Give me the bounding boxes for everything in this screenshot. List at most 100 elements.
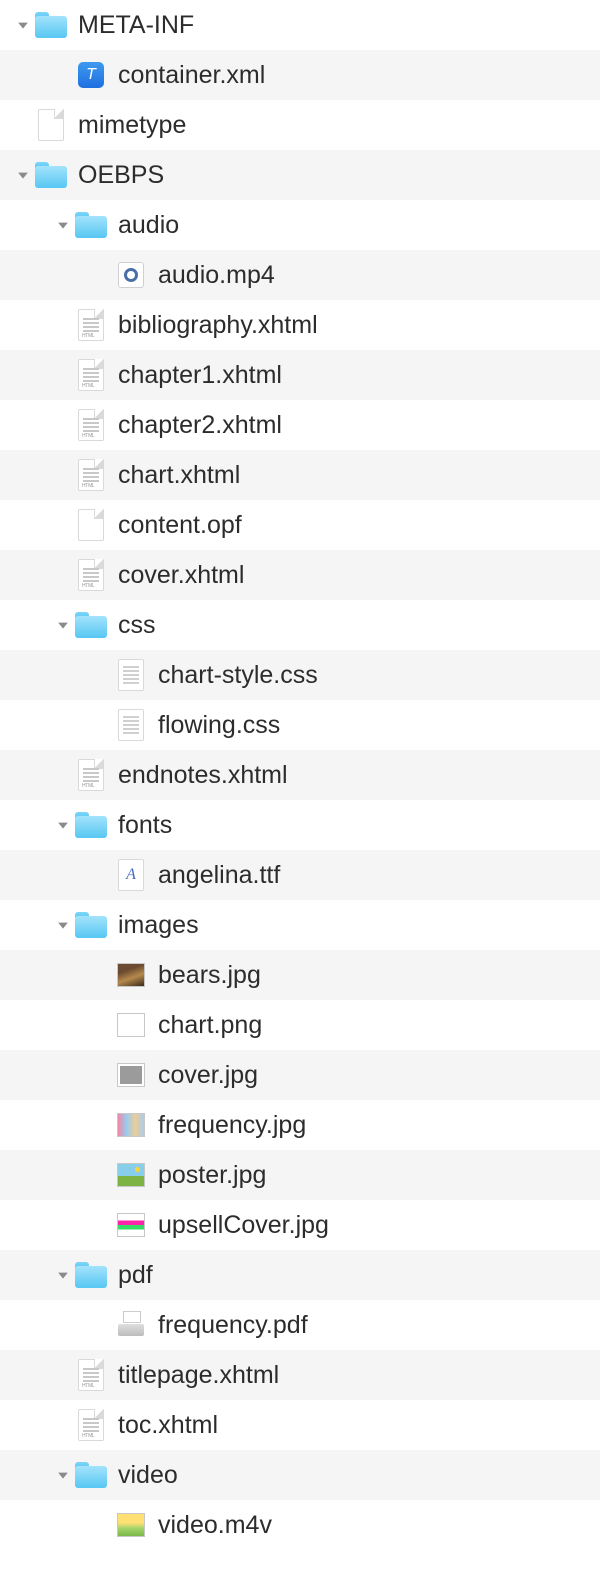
- bibliography-file[interactable]: HTML bibliography.xhtml: [0, 300, 600, 350]
- image-thumbnail-icon: [114, 1158, 148, 1192]
- folder-icon: [34, 8, 68, 42]
- file-name-label: chapter2.xhtml: [118, 411, 282, 440]
- fonts-folder[interactable]: fonts: [0, 800, 600, 850]
- folder-icon: [74, 608, 108, 642]
- file-name-label: chart-style.css: [158, 661, 318, 690]
- file-name-label: chart.png: [158, 1011, 262, 1040]
- file-name-label: fonts: [118, 811, 172, 840]
- image-thumbnail-icon: [114, 1108, 148, 1142]
- folder-icon: [74, 1458, 108, 1492]
- file-name-label: titlepage.xhtml: [118, 1361, 279, 1390]
- cover-xhtml-file[interactable]: HTML cover.xhtml: [0, 550, 600, 600]
- frequency-jpg-file[interactable]: frequency.jpg: [0, 1100, 600, 1150]
- audio-folder[interactable]: audio: [0, 200, 600, 250]
- file-name-label: video.m4v: [158, 1511, 272, 1540]
- image-thumbnail-icon: [114, 1008, 148, 1042]
- cover-jpg-file[interactable]: cover.jpg: [0, 1050, 600, 1100]
- xhtml-file-icon: HTML: [74, 1358, 108, 1392]
- xhtml-file-icon: HTML: [74, 308, 108, 342]
- file-name-label: frequency.jpg: [158, 1111, 306, 1140]
- file-name-label: toc.xhtml: [118, 1411, 218, 1440]
- flowing-css-file[interactable]: flowing.css: [0, 700, 600, 750]
- file-name-label: video: [118, 1461, 178, 1490]
- video-folder[interactable]: video: [0, 1450, 600, 1500]
- folder-icon: [74, 908, 108, 942]
- folder-icon: [74, 808, 108, 842]
- file-name-label: endnotes.xhtml: [118, 761, 288, 790]
- folder-icon: [74, 1258, 108, 1292]
- file-name-label: poster.jpg: [158, 1161, 266, 1190]
- upsellcover-jpg-file[interactable]: upsellCover.jpg: [0, 1200, 600, 1250]
- disclosure-arrow-icon[interactable]: [12, 19, 34, 31]
- file-name-label: images: [118, 911, 199, 940]
- xhtml-file-icon: HTML: [74, 358, 108, 392]
- folder-icon: [34, 158, 68, 192]
- xhtml-file-icon: HTML: [74, 558, 108, 592]
- file-tree: META-INF Tcontainer.xml mimetype OEBPS audio…: [0, 0, 600, 1550]
- disclosure-arrow-icon[interactable]: [12, 169, 34, 181]
- xml-file-icon: T: [74, 58, 108, 92]
- disclosure-arrow-icon[interactable]: [52, 819, 74, 831]
- file-name-label: bibliography.xhtml: [118, 311, 318, 340]
- file-icon: [34, 108, 68, 142]
- image-thumbnail-icon: [114, 1058, 148, 1092]
- file-name-label: audio.mp4: [158, 261, 275, 290]
- titlepage-file[interactable]: HTML titlepage.xhtml: [0, 1350, 600, 1400]
- file-name-label: angelina.ttf: [158, 861, 280, 890]
- content-opf-file[interactable]: content.opf: [0, 500, 600, 550]
- file-name-label: frequency.pdf: [158, 1311, 308, 1340]
- file-name-label: audio: [118, 211, 179, 240]
- disclosure-arrow-icon[interactable]: [52, 1469, 74, 1481]
- angelina-ttf-file[interactable]: Aangelina.ttf: [0, 850, 600, 900]
- font-file-icon: A: [114, 858, 148, 892]
- xhtml-file-icon: HTML: [74, 758, 108, 792]
- text-file-icon: [114, 708, 148, 742]
- poster-jpg-file[interactable]: poster.jpg: [0, 1150, 600, 1200]
- xhtml-file-icon: HTML: [74, 458, 108, 492]
- file-name-label: cover.jpg: [158, 1061, 258, 1090]
- file-name-label: cover.xhtml: [118, 561, 244, 590]
- image-thumbnail-icon: [114, 958, 148, 992]
- css-folder[interactable]: css: [0, 600, 600, 650]
- chapter2-file[interactable]: HTML chapter2.xhtml: [0, 400, 600, 450]
- toc-file[interactable]: HTMLtoc.xhtml: [0, 1400, 600, 1450]
- file-name-label: mimetype: [78, 111, 186, 140]
- file-name-label: META-INF: [78, 11, 194, 40]
- container-xml-file[interactable]: Tcontainer.xml: [0, 50, 600, 100]
- file-name-label: OEBPS: [78, 161, 164, 190]
- file-icon: [74, 508, 108, 542]
- meta-inf-folder[interactable]: META-INF: [0, 0, 600, 50]
- image-thumbnail-icon: [114, 1208, 148, 1242]
- file-name-label: chapter1.xhtml: [118, 361, 282, 390]
- disclosure-arrow-icon[interactable]: [52, 1269, 74, 1281]
- disclosure-arrow-icon[interactable]: [52, 919, 74, 931]
- pdf-folder[interactable]: pdf: [0, 1250, 600, 1300]
- quicktime-icon: [114, 258, 148, 292]
- chart-style-css-file[interactable]: chart-style.css: [0, 650, 600, 700]
- file-name-label: css: [118, 611, 156, 640]
- pdf-file-icon: [114, 1308, 148, 1342]
- file-name-label: flowing.css: [158, 711, 280, 740]
- file-name-label: content.opf: [118, 511, 242, 540]
- chapter1-file[interactable]: HTML chapter1.xhtml: [0, 350, 600, 400]
- xhtml-file-icon: HTML: [74, 408, 108, 442]
- audio-mp4-file[interactable]: audio.mp4: [0, 250, 600, 300]
- disclosure-arrow-icon[interactable]: [52, 619, 74, 631]
- folder-icon: [74, 208, 108, 242]
- video-m4v-file[interactable]: video.m4v: [0, 1500, 600, 1550]
- frequency-pdf-file[interactable]: frequency.pdf: [0, 1300, 600, 1350]
- file-name-label: bears.jpg: [158, 961, 261, 990]
- chart-xhtml-file[interactable]: HTMLchart.xhtml: [0, 450, 600, 500]
- file-name-label: pdf: [118, 1261, 153, 1290]
- images-folder[interactable]: images: [0, 900, 600, 950]
- disclosure-arrow-icon[interactable]: [52, 219, 74, 231]
- endnotes-file[interactable]: HTML endnotes.xhtml: [0, 750, 600, 800]
- mimetype-file[interactable]: mimetype: [0, 100, 600, 150]
- image-thumbnail-icon: [114, 1508, 148, 1542]
- bears-jpg-file[interactable]: bears.jpg: [0, 950, 600, 1000]
- oebps-folder[interactable]: OEBPS: [0, 150, 600, 200]
- file-name-label: container.xml: [118, 61, 265, 90]
- text-file-icon: [114, 658, 148, 692]
- chart-png-file[interactable]: chart.png: [0, 1000, 600, 1050]
- file-name-label: upsellCover.jpg: [158, 1211, 329, 1240]
